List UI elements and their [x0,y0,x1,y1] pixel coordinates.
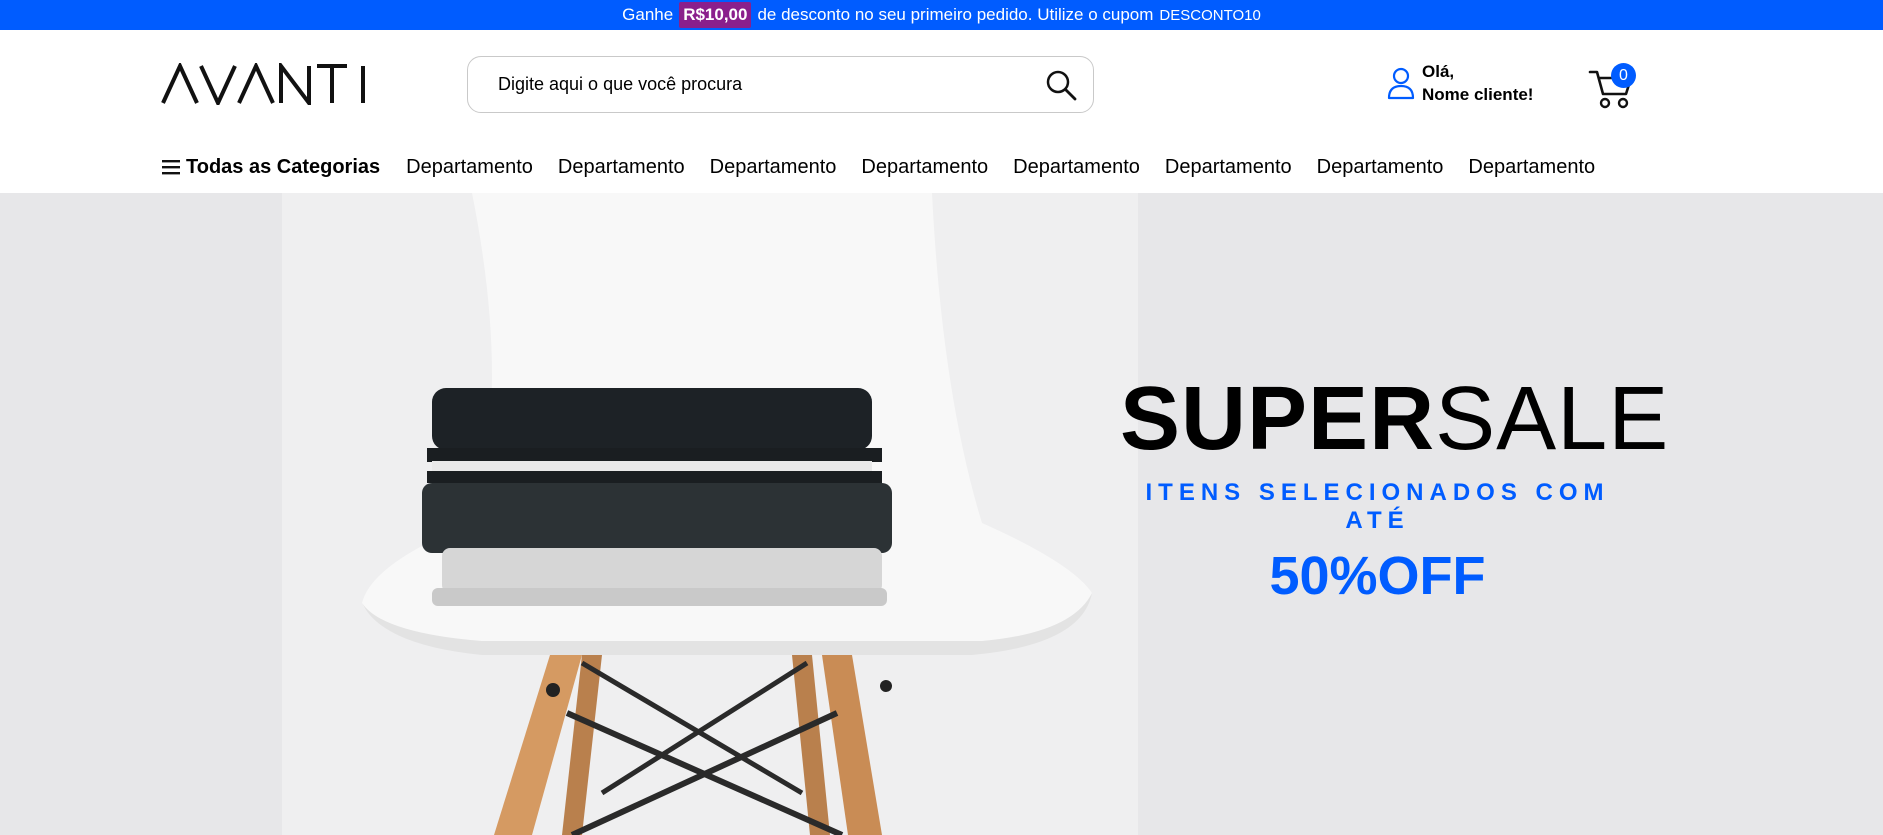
banner-image-chair-clothes [282,193,1138,835]
hamburger-menu-icon [162,160,180,175]
nav-department-6[interactable]: Departamento [1165,156,1292,179]
banner-subtitle: ITENS SELECIONADOS COM ATÉ [1145,479,1610,534]
account-link[interactable]: Olá, Nome cliente! [1386,60,1533,106]
nav-department-3[interactable]: Departamento [710,156,837,179]
banner-title: SUPERSALE [1120,369,1668,469]
account-name: Nome cliente! [1422,85,1534,104]
user-icon [1387,67,1415,100]
main-nav: Todas as Categorias Departamento Departa… [162,152,1620,182]
promo-prefix: Ganhe [622,5,674,24]
cart-count-badge: 0 [1611,63,1636,88]
nav-department-5[interactable]: Departamento [1013,156,1140,179]
search-input[interactable] [498,74,1043,95]
search-icon [1046,70,1077,100]
banner-text: SUPERSALE ITENS SELECIONADOS COM ATÉ 50%… [1120,369,1668,607]
banner-title-bold: SUPER [1120,369,1436,469]
banner-title-light: SALE [1435,369,1670,469]
nav-department-4[interactable]: Departamento [861,156,988,179]
nav-department-2[interactable]: Departamento [558,156,685,179]
promo-amount-badge: R$10,00 [679,2,752,28]
banner-discount: 50%OFF [1269,546,1486,606]
account-greeting-block: Olá, Nome cliente! [1422,60,1533,106]
nav-department-7[interactable]: Departamento [1317,156,1444,179]
avanti-logo[interactable] [161,63,371,105]
hero-banner[interactable]: SUPERSALE ITENS SELECIONADOS COM ATÉ 50%… [0,193,1883,835]
account-greeting: Olá, [1422,62,1455,81]
nav-department-8[interactable]: Departamento [1468,156,1595,179]
promo-bar: Ganhe R$10,00 de desconto no seu primeir… [0,0,1883,30]
all-categories-label: Todas as Categorias [186,155,381,178]
search-box [467,56,1094,113]
all-categories-menu[interactable]: Todas as Categorias [162,156,380,179]
nav-department-1[interactable]: Departamento [406,156,533,179]
promo-coupon-code: DESCONTO10 [1159,6,1261,24]
search-button[interactable] [1043,67,1079,103]
promo-text: de desconto no seu primeiro pedido. Util… [757,5,1154,24]
